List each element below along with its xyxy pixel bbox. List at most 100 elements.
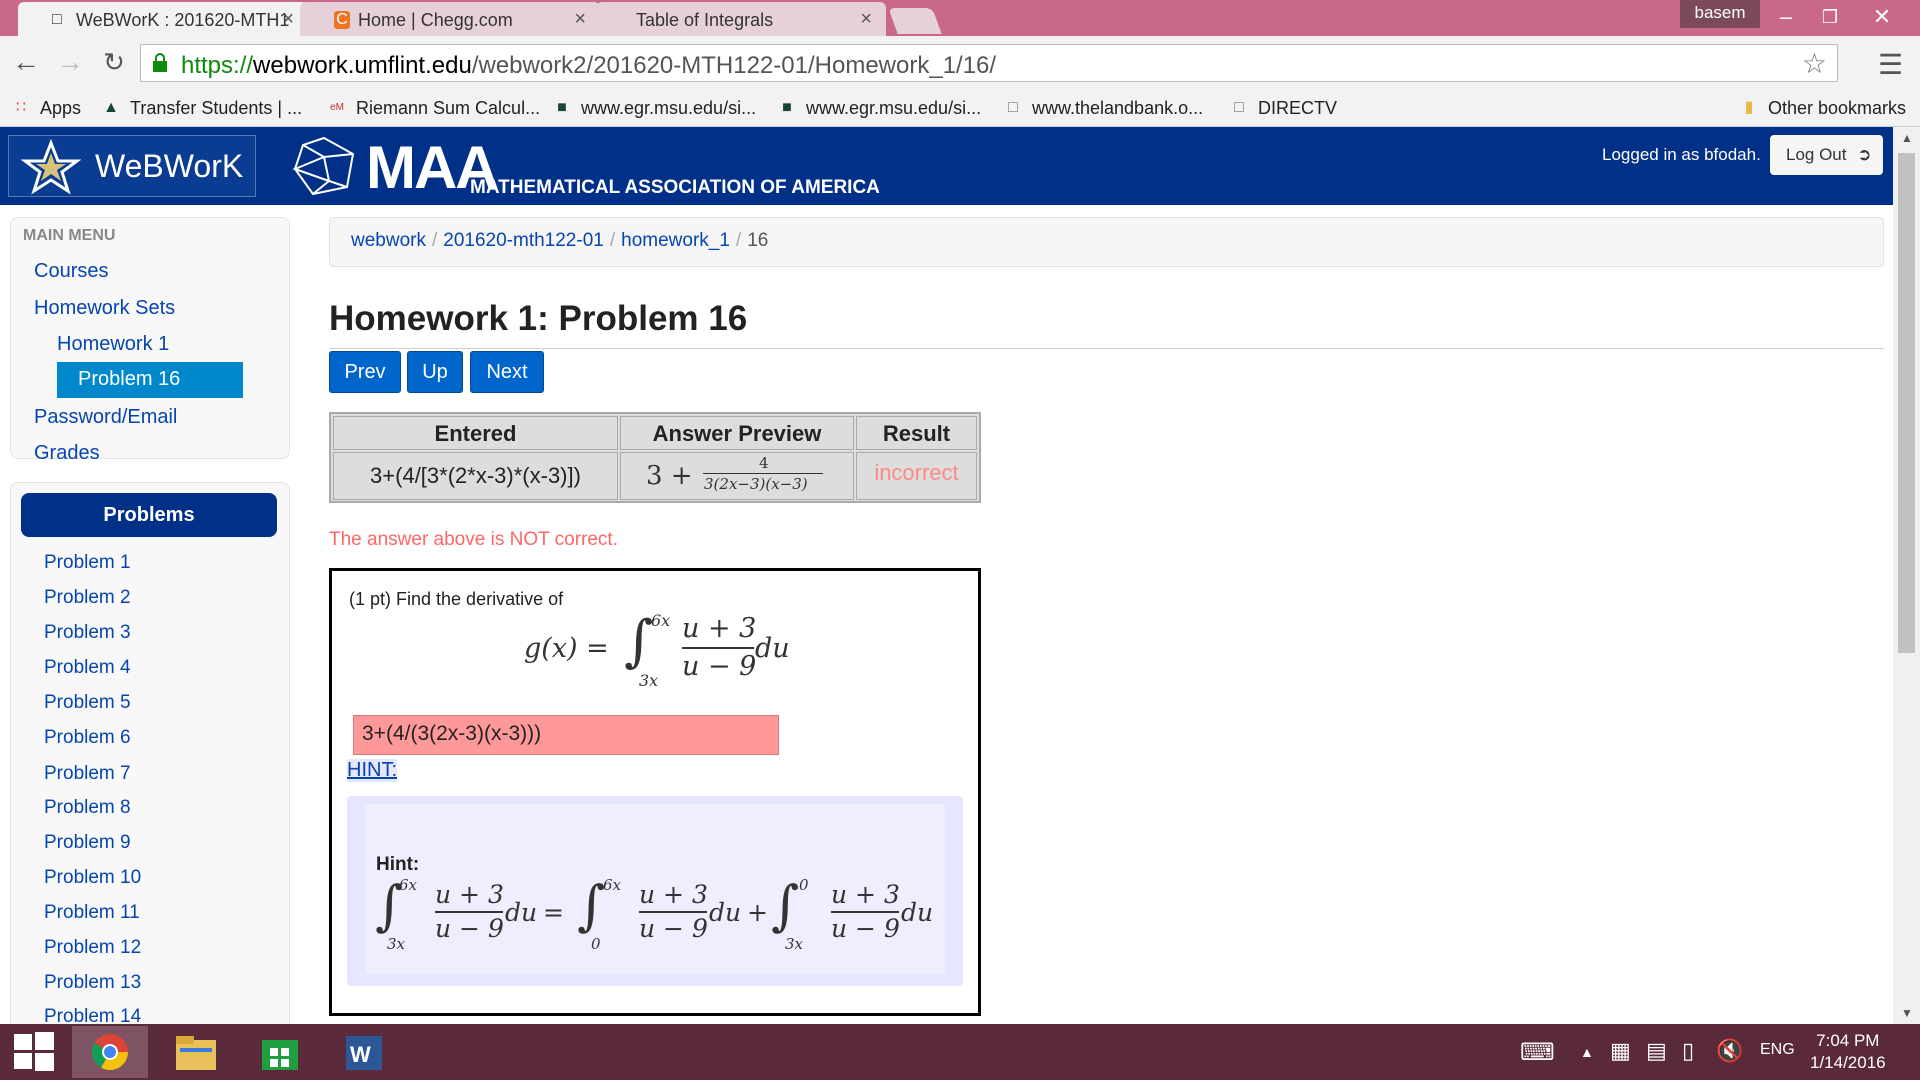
tab-title: Home | Chegg.com bbox=[358, 10, 513, 30]
webwork-star-icon bbox=[21, 139, 81, 195]
keyboard-icon[interactable]: ⌨ bbox=[1520, 1038, 1555, 1067]
apps-grid-icon: ∷ bbox=[15, 99, 27, 116]
problem-box: (1 pt) Find the derivative of g(x) = ∫ 6… bbox=[329, 568, 981, 1016]
close-tab-icon[interactable]: × bbox=[860, 8, 872, 31]
breadcrumb-set[interactable]: homework_1 bbox=[621, 230, 730, 251]
reload-icon[interactable]: ↻ bbox=[96, 44, 132, 80]
minimize-icon[interactable]: – bbox=[1764, 2, 1808, 32]
header-answer-preview: Answer Preview bbox=[620, 416, 854, 450]
next-button[interactable]: Next bbox=[470, 351, 544, 393]
tab-webwork[interactable]: □ WeBWorK : 201620-MTH1 × bbox=[18, 2, 308, 36]
taskbar-word[interactable]: W bbox=[326, 1026, 402, 1078]
chegg-icon: C bbox=[334, 11, 350, 29]
sidebar-item-password-email[interactable]: Password/Email bbox=[34, 406, 177, 429]
bookmark-msu-2[interactable]: ■ www.egr.msu.edu/si... bbox=[776, 95, 981, 121]
profile-badge[interactable]: basem bbox=[1680, 0, 1760, 28]
folder-icon: ▮ bbox=[1744, 99, 1754, 116]
bookmark-riemann[interactable]: eM Riemann Sum Calcul... bbox=[326, 95, 540, 121]
taskbar-chrome[interactable] bbox=[72, 1026, 148, 1078]
close-tab-icon[interactable]: × bbox=[574, 8, 586, 31]
problem-link-11[interactable]: Problem 11 bbox=[44, 902, 140, 924]
problem-link-9[interactable]: Problem 9 bbox=[44, 832, 131, 854]
lock-icon bbox=[153, 53, 167, 72]
bookmark-msu-1[interactable]: ■ www.egr.msu.edu/si... bbox=[551, 95, 756, 121]
scroll-up-icon[interactable]: ▲ bbox=[1901, 131, 1913, 145]
problem-link-8[interactable]: Problem 8 bbox=[44, 797, 131, 819]
taskbar-file-explorer[interactable] bbox=[158, 1026, 234, 1078]
bookmark-apps[interactable]: ∷ Apps bbox=[10, 95, 81, 121]
problem-statement: (1 pt) Find the derivative of bbox=[349, 589, 564, 609]
entered-answer: 3+(4/[3*(2*x-3)*(x-3)]) bbox=[333, 452, 618, 500]
action-center-icon[interactable]: ▦ bbox=[1610, 1038, 1631, 1064]
bookmark-directv[interactable]: □ DIRECTV bbox=[1228, 95, 1337, 121]
problem-link-14[interactable]: Problem 14 bbox=[44, 1006, 141, 1024]
page-scrollbar[interactable]: ▲ ▼ bbox=[1893, 127, 1920, 1024]
result-status: incorrect bbox=[856, 452, 977, 500]
site-banner: WeBWorK MAA MATHEMATICAL ASSOCIATION OF … bbox=[0, 127, 1893, 205]
scroll-thumb[interactable] bbox=[1898, 153, 1915, 653]
problem-link-1[interactable]: Problem 1 bbox=[44, 552, 131, 574]
address-bar[interactable]: https://webwork.umflint.edu/webwork2/201… bbox=[140, 44, 1838, 82]
restore-icon[interactable]: ❐ bbox=[1808, 2, 1852, 32]
page-title: Homework 1: Problem 16 bbox=[329, 299, 748, 338]
problem-link-13[interactable]: Problem 13 bbox=[44, 972, 141, 994]
hint-box: Hint: ∫ 6x 3x u + 3 u − 9 du = ∫ 6x 0 u … bbox=[347, 796, 963, 986]
tab-title: WeBWorK : 201620-MTH1 bbox=[76, 10, 290, 30]
webwork-logo[interactable]: WeBWorK bbox=[8, 135, 256, 197]
tray-expand-icon[interactable]: ▲ bbox=[1580, 1044, 1594, 1060]
breadcrumb-webwork[interactable]: webwork bbox=[351, 230, 426, 251]
header-result: Result bbox=[856, 416, 977, 450]
answer-input[interactable]: 3+(4/(3(2x-3)(x-3))) bbox=[353, 715, 779, 755]
folder-icon bbox=[176, 1036, 216, 1070]
spartan-helmet-icon: ▲ bbox=[103, 99, 119, 116]
bookmark-landbank[interactable]: □ www.thelandbank.o... bbox=[1002, 95, 1203, 121]
prev-button[interactable]: Prev bbox=[329, 351, 401, 393]
sidebar-item-grades[interactable]: Grades bbox=[34, 442, 100, 465]
bookmark-transfer[interactable]: ▲ Transfer Students | ... bbox=[100, 95, 302, 121]
problem-link-6[interactable]: Problem 6 bbox=[44, 727, 131, 749]
sidebar-item-problem-16[interactable]: Problem 16 bbox=[57, 362, 243, 398]
close-tab-icon[interactable]: × bbox=[282, 8, 294, 31]
sidebar-item-courses[interactable]: Courses bbox=[34, 260, 108, 283]
svg-text:W: W bbox=[350, 1042, 371, 1067]
up-button[interactable]: Up bbox=[407, 351, 463, 393]
page-content: WeBWorK MAA MATHEMATICAL ASSOCIATION OF … bbox=[0, 127, 1893, 1024]
system-clock[interactable]: 7:04 PM 1/14/2016 bbox=[1810, 1030, 1886, 1074]
integral-sign: ∫ bbox=[624, 609, 654, 674]
problem-link-2[interactable]: Problem 2 bbox=[44, 587, 131, 609]
problem-link-10[interactable]: Problem 10 bbox=[44, 867, 141, 889]
problem-link-4[interactable]: Problem 4 bbox=[44, 657, 131, 679]
hint-toggle-link[interactable]: HINT: bbox=[347, 759, 397, 782]
taskbar-store[interactable] bbox=[242, 1026, 318, 1078]
volume-muted-icon[interactable]: 🔇 bbox=[1716, 1038, 1743, 1064]
sidebar-item-homework-sets[interactable]: Homework Sets bbox=[34, 297, 175, 320]
problem-link-12[interactable]: Problem 12 bbox=[44, 937, 141, 959]
battery-icon[interactable]: ▯ bbox=[1682, 1038, 1694, 1064]
windows-start-icon[interactable] bbox=[12, 1030, 56, 1074]
maa-subtitle: MATHEMATICAL ASSOCIATION OF AMERICA bbox=[470, 177, 880, 198]
chrome-menu-icon[interactable]: ☰ bbox=[1878, 48, 1903, 81]
tab-chegg[interactable]: C Home | Chegg.com × bbox=[300, 2, 600, 36]
scroll-down-icon[interactable]: ▼ bbox=[1901, 1006, 1913, 1020]
problem-link-7[interactable]: Problem 7 bbox=[44, 763, 131, 785]
logout-button[interactable]: Log Out ➲ bbox=[1770, 135, 1883, 175]
browser-toolbar: ← → ↻ https://webwork.umflint.edu/webwor… bbox=[0, 36, 1920, 91]
msu-building-icon: ■ bbox=[557, 99, 567, 116]
language-indicator[interactable]: ENG bbox=[1760, 1041, 1795, 1059]
forward-icon[interactable]: → bbox=[52, 44, 88, 80]
problem-link-5[interactable]: Problem 5 bbox=[44, 692, 131, 714]
results-table: Entered Answer Preview Result 3+(4/[3*(2… bbox=[329, 412, 981, 503]
network-icon[interactable]: ▤ bbox=[1646, 1038, 1667, 1064]
problem-link-3[interactable]: Problem 3 bbox=[44, 622, 131, 644]
breadcrumb-course[interactable]: 201620-mth122-01 bbox=[443, 230, 604, 251]
windows-taskbar: W ⌨ ▲ ▦ ▤ ▯ 🔇 ENG 7:04 PM 1/14/2016 bbox=[0, 1024, 1920, 1080]
close-window-icon[interactable]: ✕ bbox=[1860, 2, 1904, 32]
logout-icon: ➲ bbox=[1857, 145, 1872, 164]
tab-integrals[interactable]: Table of Integrals × bbox=[596, 2, 886, 36]
url-text: https://webwork.umflint.edu/webwork2/201… bbox=[181, 52, 997, 79]
bookmark-star-icon[interactable]: ☆ bbox=[1802, 47, 1827, 80]
sidebar-item-homework-1[interactable]: Homework 1 bbox=[57, 333, 169, 356]
other-bookmarks[interactable]: ▮ Other bookmarks bbox=[1738, 95, 1906, 121]
new-tab-button[interactable] bbox=[888, 8, 942, 34]
back-icon[interactable]: ← bbox=[8, 44, 44, 80]
